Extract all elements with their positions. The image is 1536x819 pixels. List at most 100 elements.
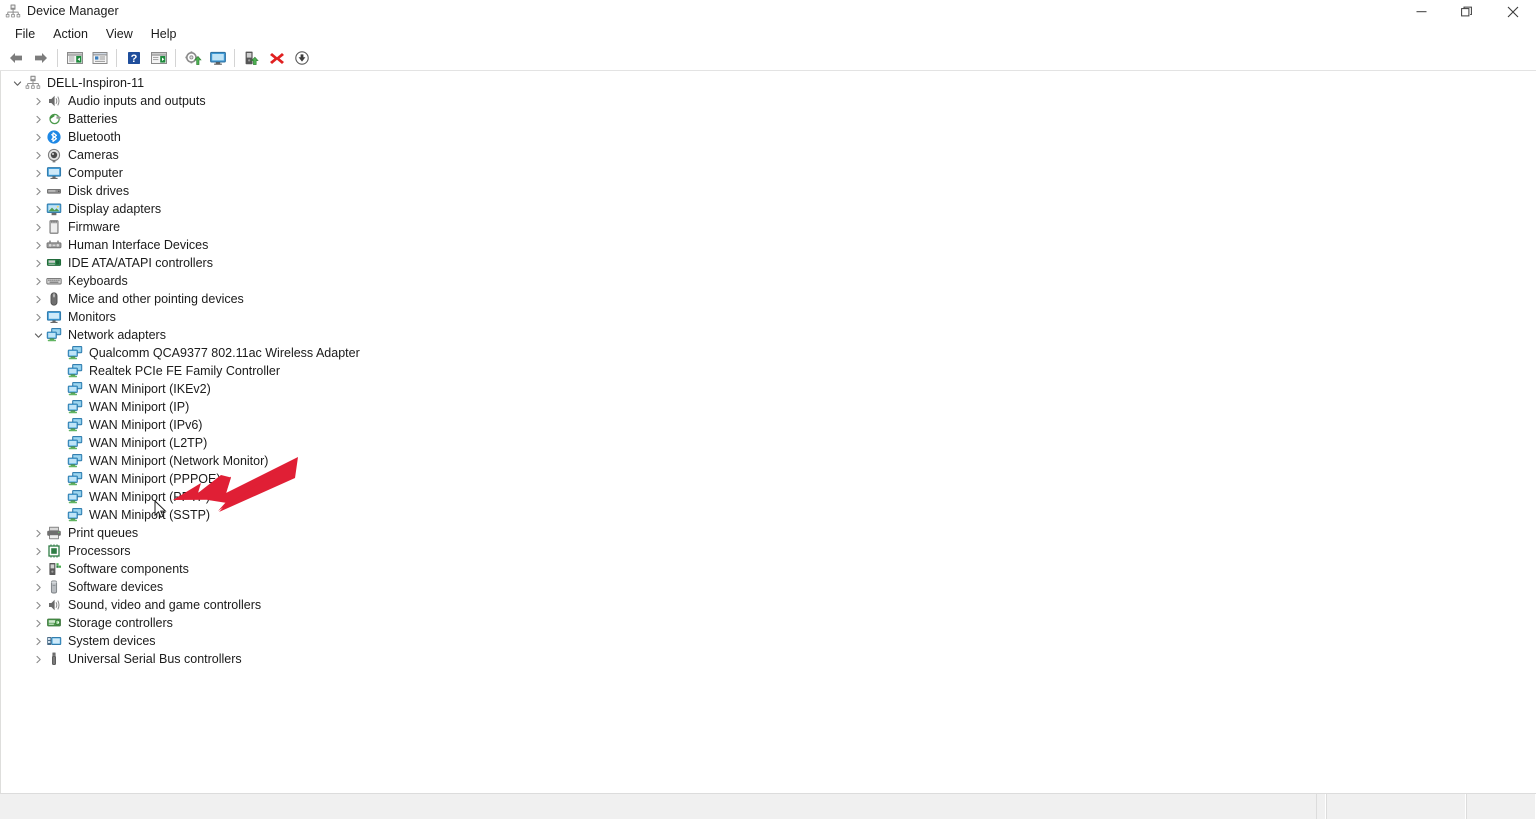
tree-item-mice-and-other-pointing-devices[interactable]: Mice and other pointing devices [1,290,1535,308]
tree-item-dell-inspiron-11[interactable]: DELL-Inspiron-11 [1,74,1535,92]
tree-item-audio-inputs-and-outputs[interactable]: Audio inputs and outputs [1,92,1535,110]
device-tree-panel[interactable]: DELL-Inspiron-11 Audio inputs and outputs… [0,71,1536,793]
scan-hardware-changes-button[interactable] [239,46,264,70]
tree-item-wan-miniport-pppoe[interactable]: WAN Miniport (PPPOE) [1,470,1535,488]
tree-item-wan-miniport-ip[interactable]: WAN Miniport (IP) [1,398,1535,416]
toolbar-separator [57,48,58,67]
chevron-right-icon[interactable] [30,542,46,560]
tree-item-wan-miniport-sstp[interactable]: WAN Miniport (SSTP) [1,506,1535,524]
network-adapter-icon [67,453,83,469]
chevron-right-icon[interactable] [30,596,46,614]
tree-item-network-adapters[interactable]: Network adapters [1,326,1535,344]
tree-item-batteries[interactable]: Batteries [1,110,1535,128]
tree-item-print-queues[interactable]: Print queues [1,524,1535,542]
menu-file[interactable]: File [6,25,44,43]
minimize-button[interactable] [1398,0,1444,23]
speaker-icon [46,93,62,109]
tree-item-wan-miniport-ikev2[interactable]: WAN Miniport (IKEv2) [1,380,1535,398]
tree-item-storage-controllers[interactable]: Storage controllers [1,614,1535,632]
tree-item-bluetooth[interactable]: Bluetooth [1,128,1535,146]
tree-item-label: Disk drives [68,184,130,198]
tree-item-label: WAN Miniport (PPPOE) [89,472,221,486]
tree-item-wan-miniport-pptp[interactable]: WAN Miniport (PPTP) [1,488,1535,506]
computer-icon [46,165,62,181]
chevron-right-icon[interactable] [30,578,46,596]
chevron-right-icon[interactable] [30,128,46,146]
tree-item-label: WAN Miniport (IP) [89,400,190,414]
chevron-right-icon[interactable] [30,236,46,254]
view-window-icon [150,50,168,66]
tree-item-universal-serial-bus-controllers[interactable]: Universal Serial Bus controllers [1,650,1535,668]
close-button[interactable] [1490,0,1536,23]
hid-icon [46,237,62,253]
tree-item-wan-miniport-ipv6[interactable]: WAN Miniport (IPv6) [1,416,1535,434]
toolbar: ? [0,45,1536,71]
chevron-right-icon[interactable] [30,200,46,218]
chevron-right-icon[interactable] [30,218,46,236]
tree-item-label: Audio inputs and outputs [68,94,206,108]
tree-item-monitors[interactable]: Monitors [1,308,1535,326]
device-manager-window: Device Manager File Action View Help ? D… [0,0,1536,819]
chevron-right-icon[interactable] [30,560,46,578]
uninstall-device-button[interactable] [264,46,289,70]
chevron-right-icon[interactable] [30,146,46,164]
tree-item-label: WAN Miniport (L2TP) [89,436,208,450]
firmware-icon [46,219,62,235]
tree-item-wan-miniport-network-monitor[interactable]: WAN Miniport (Network Monitor) [1,452,1535,470]
menu-help[interactable]: Help [142,25,186,43]
chevron-right-icon[interactable] [30,290,46,308]
tree-item-sound-video-and-game-controllers[interactable]: Sound, video and game controllers [1,596,1535,614]
down-arrow-circle-icon [293,50,311,66]
chevron-right-icon[interactable] [30,632,46,650]
chevron-down-icon[interactable] [30,326,46,344]
tree-item-firmware[interactable]: Firmware [1,218,1535,236]
chevron-right-icon[interactable] [30,272,46,290]
chevron-right-icon[interactable] [30,524,46,542]
tree-item-processors[interactable]: Processors [1,542,1535,560]
tree-item-label: Batteries [68,112,118,126]
help-button[interactable]: ? [121,46,146,70]
disk-drive-icon [46,183,62,199]
forward-button[interactable] [28,46,53,70]
menu-action[interactable]: Action [44,25,97,43]
tree-item-keyboards[interactable]: Keyboards [1,272,1535,290]
back-button[interactable] [3,46,28,70]
tree-item-disk-drives[interactable]: Disk drives [1,182,1535,200]
tree-item-realtek-pcie-fe-family-controller[interactable]: Realtek PCIe FE Family Controller [1,362,1535,380]
tree-item-computer[interactable]: Computer [1,164,1535,182]
tree-item-label: Cameras [68,148,119,162]
scan-hardware-icon [243,50,261,66]
chevron-right-icon[interactable] [30,110,46,128]
chevron-right-icon[interactable] [30,182,46,200]
chevron-right-icon[interactable] [30,92,46,110]
tree-item-label: Mice and other pointing devices [68,292,244,306]
tree-item-human-interface-devices[interactable]: Human Interface Devices [1,236,1535,254]
tree-item-software-components[interactable]: Software components [1,560,1535,578]
disable-device-button[interactable] [289,46,314,70]
remote-desktop-button[interactable] [205,46,230,70]
properties-button[interactable] [87,46,112,70]
tree-item-qualcomm-qca9377-802-11ac-wireless-adapter[interactable]: Qualcomm QCA9377 802.11ac Wireless Adapt… [1,344,1535,362]
update-driver-button[interactable] [180,46,205,70]
chevron-right-icon[interactable] [30,254,46,272]
show-hide-console-tree-button[interactable] [62,46,87,70]
tree-item-display-adapters[interactable]: Display adapters [1,200,1535,218]
tree-item-ide-ata-atapi-controllers[interactable]: IDE ATA/ATAPI controllers [1,254,1535,272]
tree-item-system-devices[interactable]: System devices [1,632,1535,650]
toolbar-separator [116,48,117,67]
tree-item-software-devices[interactable]: Software devices [1,578,1535,596]
chevron-right-icon[interactable] [30,164,46,182]
maximize-button[interactable] [1444,0,1490,23]
chevron-right-icon[interactable] [30,308,46,326]
tree-item-wan-miniport-l2tp[interactable]: WAN Miniport (L2TP) [1,434,1535,452]
view-button[interactable] [146,46,171,70]
chevron-right-icon[interactable] [30,650,46,668]
chevron-right-icon[interactable] [30,614,46,632]
tree-item-cameras[interactable]: Cameras [1,146,1535,164]
tree-item-label: WAN Miniport (PPTP) [89,490,211,504]
menu-view[interactable]: View [97,25,142,43]
chevron-down-icon[interactable] [9,74,25,92]
